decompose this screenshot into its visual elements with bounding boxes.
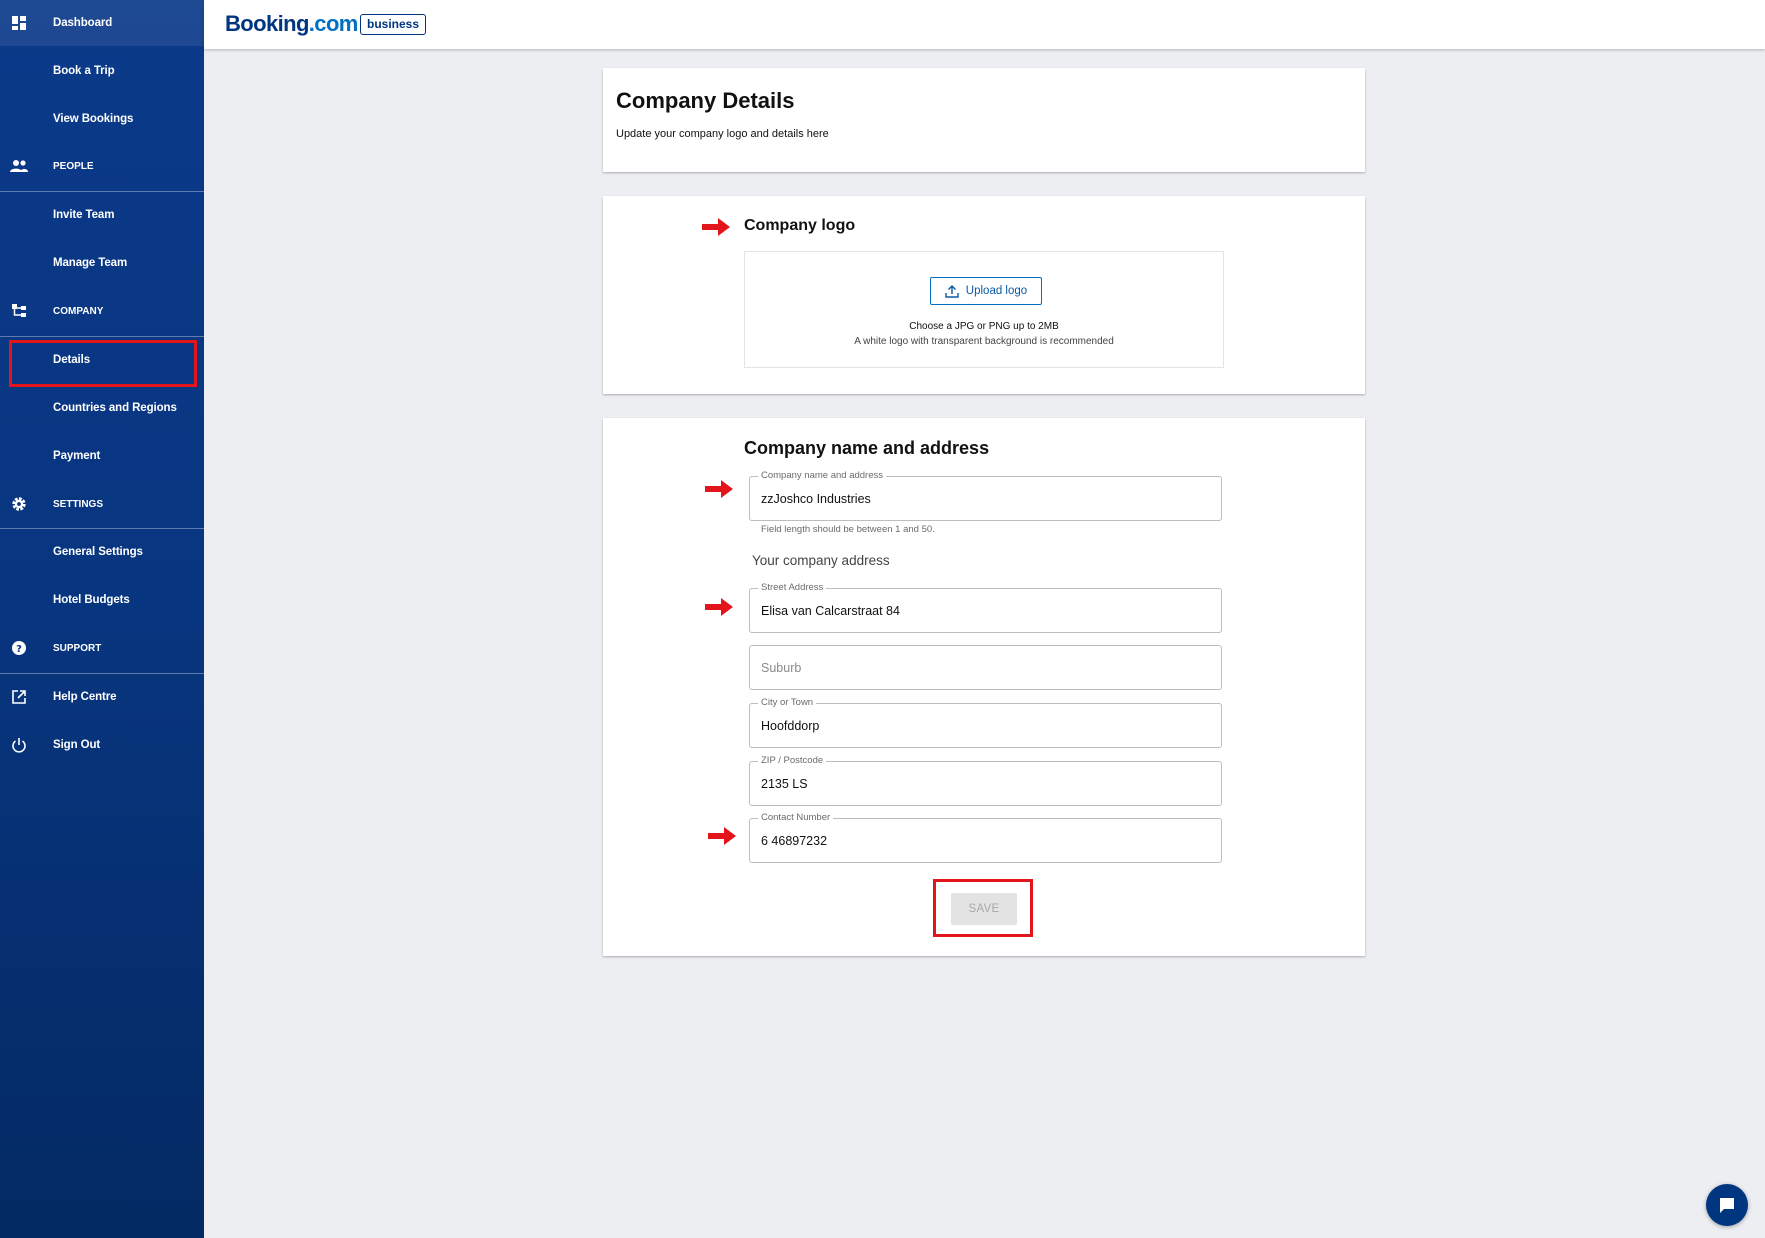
sidebar-item-label: Invite Team: [53, 209, 115, 221]
sidebar-item-label: View Bookings: [53, 113, 134, 125]
sidebar-item-countries-and-regions[interactable]: Countries and Regions: [0, 385, 204, 431]
street-address-field[interactable]: Street Address: [749, 582, 1222, 633]
company-name-input[interactable]: [761, 492, 1201, 506]
annotation-arrow-icon: [702, 218, 730, 236]
sidebar-item-label: Help Centre: [53, 691, 117, 703]
annotation-arrow-icon: [705, 598, 733, 616]
contact-number-input[interactable]: [761, 834, 1201, 848]
sidebar-item-invite-team[interactable]: Invite Team: [0, 192, 204, 238]
sidebar-item-label: Payment: [53, 450, 101, 462]
field-label: City or Town: [758, 697, 817, 708]
brand-dotcom: .com: [308, 11, 359, 36]
suburb-field[interactable]: [749, 645, 1222, 690]
sidebar-item-label: SUPPORT: [53, 642, 102, 654]
brand-main: Booking: [225, 11, 309, 36]
topbar: Booking.com business: [204, 0, 1765, 49]
svg-text:?: ?: [16, 644, 22, 655]
sidebar-item-label: Sign Out: [53, 739, 101, 751]
logo-upload-area[interactable]: Upload logo Choose a JPG or PNG up to 2M…: [744, 251, 1224, 368]
help-circle-icon: ?: [10, 639, 28, 657]
sidebar-item-label: Hotel Budgets: [53, 594, 130, 606]
zip-input[interactable]: [761, 777, 1201, 791]
sidebar-item-label: Countries and Regions: [53, 402, 177, 414]
field-label: Contact Number: [758, 812, 834, 823]
sidebar-section-people[interactable]: PEOPLE: [0, 143, 204, 189]
sidebar-item-general-settings[interactable]: General Settings: [0, 529, 204, 575]
company-address-title: Company name and address: [744, 438, 990, 458]
page-title: Company Details: [616, 88, 795, 113]
company-logo-card: Company logo Upload logo Choose a JPG or…: [603, 196, 1365, 394]
zip-field[interactable]: ZIP / Postcode: [749, 755, 1222, 806]
sidebar-item-help-centre[interactable]: Help Centre: [0, 674, 204, 720]
sidebar-item-label: General Settings: [53, 546, 143, 558]
annotation-highlight-details: [9, 340, 197, 387]
page-subtitle: Update your company logo and details her…: [616, 128, 829, 140]
power-icon: [10, 736, 28, 754]
annotation-arrow-icon: [705, 480, 733, 498]
annotation-highlight-save: SAVE: [933, 879, 1033, 937]
sidebar-item-payment[interactable]: Payment: [0, 433, 204, 479]
street-address-input[interactable]: [761, 604, 1201, 618]
dashboard-icon: [10, 14, 28, 32]
people-icon: [10, 157, 28, 175]
upload-hint-recommendation: A white logo with transparent background…: [854, 336, 1114, 347]
sidebar-item-manage-team[interactable]: Manage Team: [0, 240, 204, 286]
sidebar-item-hotel-budgets[interactable]: Hotel Budgets: [0, 577, 204, 623]
annotation-arrow-icon: [708, 827, 736, 845]
company-logo-title: Company logo: [744, 217, 856, 234]
booking-logo[interactable]: Booking.com: [225, 11, 358, 37]
company-address-card: Company name and address Company name an…: [603, 418, 1365, 956]
sidebar-item-book-a-trip[interactable]: Book a Trip: [0, 48, 204, 94]
save-button[interactable]: SAVE: [951, 893, 1017, 925]
chat-button[interactable]: [1706, 1184, 1748, 1226]
field-label: Street Address: [758, 582, 827, 593]
upload-logo-button[interactable]: Upload logo: [930, 277, 1042, 305]
upload-logo-label: Upload logo: [965, 285, 1028, 297]
sidebar-section-settings[interactable]: SETTINGS: [0, 481, 204, 527]
city-field[interactable]: City or Town: [749, 697, 1222, 748]
contact-number-field[interactable]: Contact Number: [749, 812, 1222, 863]
chat-icon: [1720, 1198, 1734, 1213]
sidebar-item-label: PEOPLE: [53, 160, 94, 172]
sidebar-section-company[interactable]: COMPANY: [0, 288, 204, 334]
sidebar-item-view-bookings[interactable]: View Bookings: [0, 96, 204, 142]
sidebar-item-label: SETTINGS: [53, 498, 104, 510]
sidebar-item-sign-out[interactable]: Sign Out: [0, 722, 204, 768]
gear-icon: [10, 495, 28, 513]
sidebar-item-label: Book a Trip: [53, 65, 115, 77]
suburb-input[interactable]: [761, 661, 1201, 675]
city-input[interactable]: [761, 719, 1201, 733]
company-tree-icon: [10, 302, 28, 320]
sidebar-item-dashboard[interactable]: Dashboard: [0, 0, 204, 46]
sidebar-item-label: Dashboard: [53, 17, 113, 29]
upload-hint-format: Choose a JPG or PNG up to 2MB: [909, 321, 1059, 332]
company-address-subtitle: Your company address: [752, 553, 890, 568]
sidebar-section-support[interactable]: ? SUPPORT: [0, 625, 204, 671]
field-label: Company name and address: [758, 470, 886, 481]
company-details-card: Company Details Update your company logo…: [603, 68, 1365, 172]
field-label: ZIP / Postcode: [758, 755, 827, 766]
business-badge: business: [360, 14, 427, 35]
company-name-field[interactable]: Company name and address: [749, 470, 1222, 521]
company-name-helper: Field length should be between 1 and 50.: [761, 524, 935, 535]
sidebar: Dashboard Book a Trip View Bookings PEOP…: [0, 0, 204, 1238]
sidebar-item-label: Manage Team: [53, 257, 128, 269]
sidebar-item-label: COMPANY: [53, 305, 104, 317]
upload-icon: [945, 284, 959, 298]
external-link-icon: [10, 688, 28, 706]
